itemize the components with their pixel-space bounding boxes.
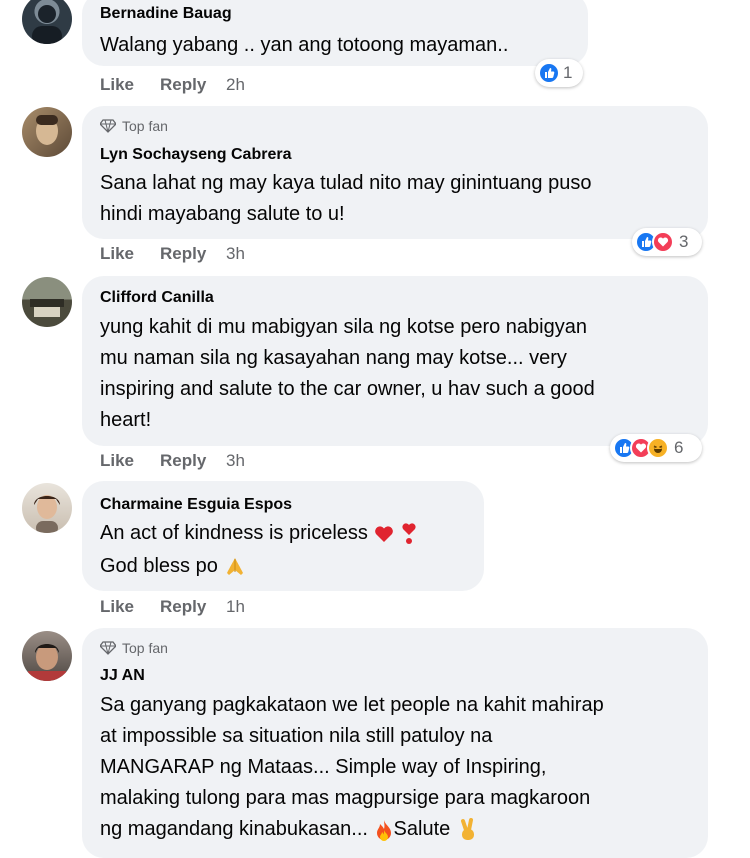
like-button[interactable]: Like <box>100 244 160 264</box>
avatar[interactable] <box>22 483 72 533</box>
avatar-image <box>36 115 58 145</box>
like-reaction-icon <box>538 62 560 84</box>
top-fan-badge: Top fan <box>100 640 168 656</box>
comment-text: God bless po <box>100 551 247 582</box>
heart-emoji-icon <box>375 526 394 542</box>
commenter-name[interactable]: JJ AN <box>100 667 145 685</box>
comment-text-line: ng magandang kinabukasan... <box>100 818 368 840</box>
comment-text: MANGARAP ng Mataas... Simple way of Insp… <box>100 756 547 778</box>
timestamp[interactable]: 1h <box>226 597 245 617</box>
comment-text: Walang yabang .. yan ang totoong mayaman… <box>100 34 509 56</box>
comment-actions: Like Reply 2h <box>100 75 245 95</box>
reply-button[interactable]: Reply <box>160 597 226 617</box>
comment-text: Sa ganyang pagkakataon we let people na … <box>100 694 604 716</box>
reply-button[interactable]: Reply <box>160 244 226 264</box>
comment-text: at impossible sa situation nila still pa… <box>100 725 493 747</box>
like-button[interactable]: Like <box>100 75 160 95</box>
comment-actions: Like Reply 3h <box>100 244 245 264</box>
comment-text-line: An act of kindness is priceless <box>100 522 368 544</box>
comment-actions: Like Reply 3h <box>100 451 245 471</box>
reaction-count: 6 <box>674 438 684 457</box>
avatar-image <box>32 5 62 44</box>
comment-text-line: Salute <box>393 818 451 840</box>
reaction-count: 3 <box>679 232 689 251</box>
reaction-summary[interactable]: 3 <box>632 228 702 256</box>
love-reaction-icon <box>652 231 674 253</box>
comment-text: ng magandang kinabukasan... Salute <box>100 814 480 845</box>
commenter-name[interactable]: Charmaine Esguia Espos <box>100 496 292 514</box>
timestamp[interactable]: 2h <box>226 75 245 95</box>
comment-text: An act of kindness is priceless <box>100 518 417 549</box>
fire-emoji-icon <box>376 819 391 841</box>
victory-hand-emoji-icon <box>460 817 474 840</box>
avatar[interactable] <box>22 107 72 157</box>
avatar-image <box>30 299 64 317</box>
comment-text: Sana lahat ng may kaya tulad nito may gi… <box>100 172 592 194</box>
reaction-summary[interactable]: 1 <box>535 59 583 87</box>
avatar-image <box>34 495 60 533</box>
comment-text: heart! <box>100 409 152 431</box>
top-fan-badge: Top fan <box>100 118 168 134</box>
commenter-name[interactable]: Bernadine Bauag <box>100 5 232 23</box>
top-fan-label: Top fan <box>122 640 168 656</box>
comment-actions: Like Reply 1h <box>100 597 245 617</box>
comment-text: malaking tulong para mas magpursige para… <box>100 787 591 809</box>
comment-text: yung kahit di mu mabigyan sila ng kotse … <box>100 316 587 338</box>
avatar[interactable] <box>22 277 72 327</box>
avatar-image <box>28 644 66 681</box>
commenter-name[interactable]: Lyn Sochayseng Cabrera <box>100 146 291 164</box>
reply-button[interactable]: Reply <box>160 75 226 95</box>
timestamp[interactable]: 3h <box>226 244 245 264</box>
comment-text: inspiring and salute to the car owner, u… <box>100 378 595 400</box>
top-fan-diamond-icon <box>100 641 116 655</box>
reaction-count: 1 <box>563 63 573 82</box>
commenter-name[interactable]: Clifford Canilla <box>100 289 214 307</box>
reaction-summary[interactable]: 6 <box>610 434 702 462</box>
avatar[interactable] <box>22 631 72 681</box>
exclamation-heart-emoji-icon <box>402 523 416 544</box>
comment-text-line: God bless po <box>100 555 218 577</box>
avatar[interactable] <box>22 0 72 44</box>
top-fan-diamond-icon <box>100 119 116 133</box>
folded-hands-emoji-icon <box>227 557 244 575</box>
comment-text: hindi mayabang salute to u! <box>100 203 345 225</box>
top-fan-label: Top fan <box>122 118 168 134</box>
timestamp[interactable]: 3h <box>226 451 245 471</box>
comment-text: mu naman sila ng kasayahan nang may kots… <box>100 347 567 369</box>
reply-button[interactable]: Reply <box>160 451 226 471</box>
haha-reaction-icon <box>647 437 669 459</box>
like-button[interactable]: Like <box>100 451 160 471</box>
like-button[interactable]: Like <box>100 597 160 617</box>
